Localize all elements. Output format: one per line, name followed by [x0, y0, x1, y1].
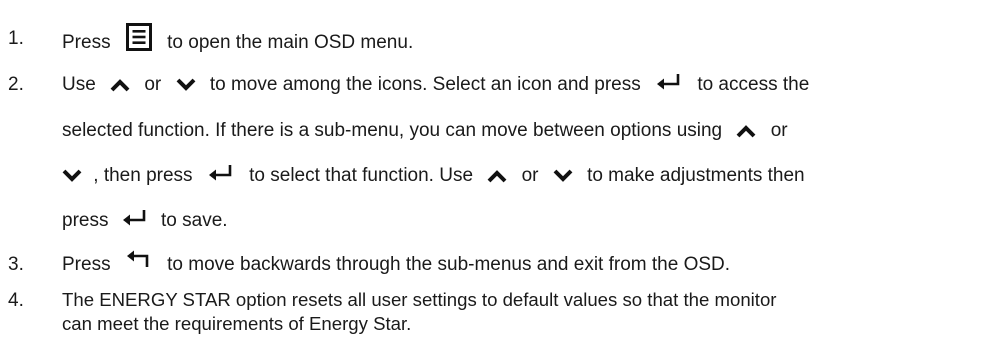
- step-line: press to save.: [62, 209, 228, 231]
- enter-icon: [657, 73, 681, 91]
- step-line: , then press to select that function. Us…: [62, 164, 805, 186]
- step-text: Press: [62, 254, 111, 275]
- up-arrow-icon: [487, 169, 507, 183]
- step-line: Press to open the main OSD menu.: [62, 23, 414, 57]
- menu-icon: [125, 23, 152, 51]
- step-number: 3.: [8, 254, 24, 275]
- up-arrow-icon: [110, 78, 130, 92]
- step-text: to access the: [697, 74, 810, 95]
- back-icon: [126, 250, 151, 268]
- step-text: press: [62, 210, 109, 231]
- step-text: to move backwards through the sub-menus …: [167, 254, 731, 275]
- enter-icon: [208, 164, 233, 182]
- step-text: or: [770, 120, 788, 141]
- step-text: Use: [62, 74, 96, 95]
- enter-icon: [122, 209, 147, 227]
- step-text: to move among the icons. Select an icon …: [209, 74, 641, 95]
- step-text: , then press: [93, 165, 193, 186]
- step-number: 1.: [8, 28, 24, 49]
- step-text: to make adjustments then: [587, 165, 805, 186]
- down-arrow-icon: [553, 169, 573, 183]
- step-number: 2.: [8, 74, 24, 95]
- step-line: can meet the requirements of Energy Star…: [62, 313, 412, 334]
- step-text: Press: [62, 32, 111, 54]
- step-line: The ENERGY STAR option resets all user s…: [62, 289, 777, 310]
- step-text: or: [521, 165, 539, 186]
- step-line: selected function. If there is a sub-men…: [62, 121, 788, 140]
- step-line: Use or to move among the icons. Select a…: [62, 73, 810, 95]
- step-text: to select that function. Use: [249, 165, 474, 186]
- step-line: Press to move backwards through the sub-…: [62, 250, 731, 275]
- up-arrow-icon: [736, 124, 756, 138]
- step-number: 4.: [8, 290, 24, 311]
- step-text: to open the main OSD menu.: [167, 32, 414, 54]
- step-text: can meet the requirements of Energy Star…: [62, 313, 412, 334]
- step-text: or: [144, 74, 162, 95]
- down-arrow-icon: [176, 78, 196, 92]
- step-text: selected function. If there is a sub-men…: [62, 120, 723, 141]
- step-text: to save.: [161, 210, 228, 231]
- step-text: The ENERGY STAR option resets all user s…: [62, 289, 777, 310]
- down-arrow-icon: [62, 169, 82, 183]
